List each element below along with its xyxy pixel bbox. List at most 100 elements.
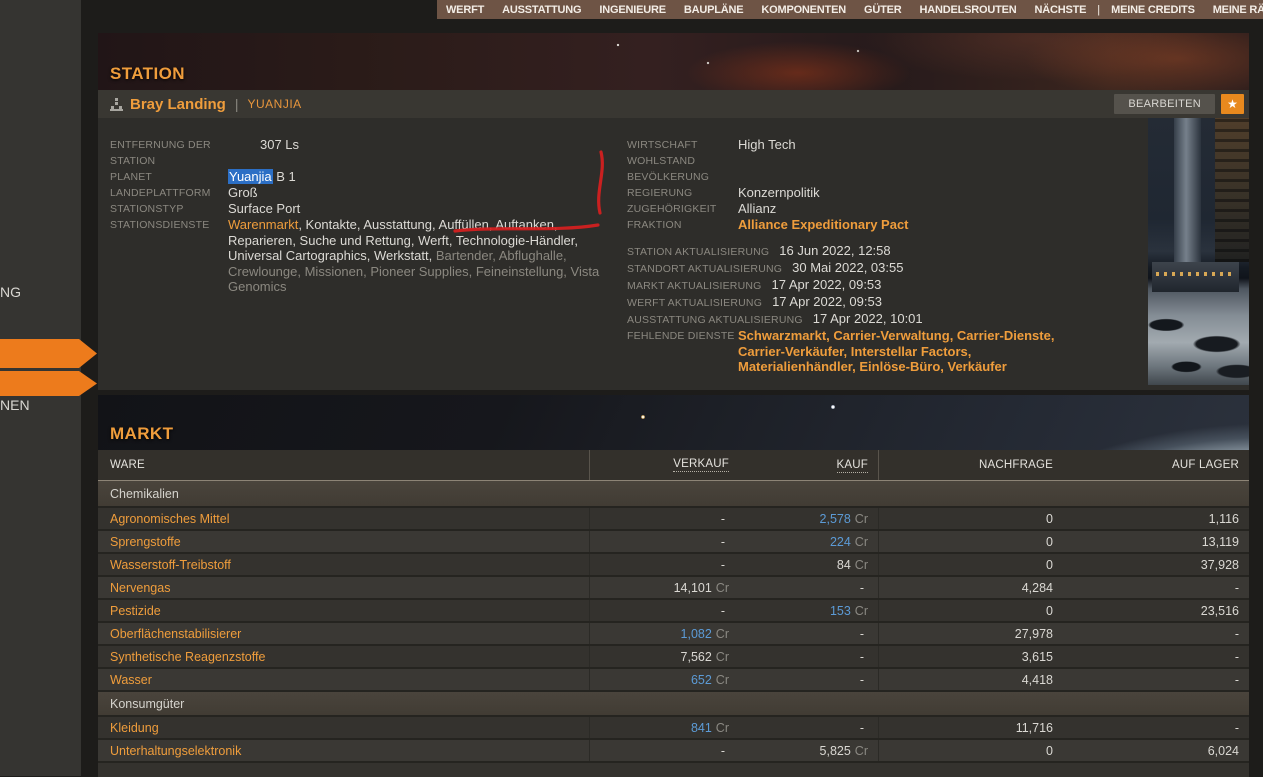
station-hero-image: STATION xyxy=(98,33,1249,90)
station-details-left: ENTFERNUNG DER STATION 307 Ls PLANET Yua… xyxy=(110,137,612,295)
commodity-link[interactable]: Sprengstoffe xyxy=(110,535,181,549)
commodity-link[interactable]: Oberflächenstabilisierer xyxy=(110,627,241,641)
nav-item-meine-raenge[interactable]: MEINE RÄNGE xyxy=(1204,4,1263,16)
station-subheader: Bray Landing | YUANJIA BEARBEITEN ★ xyxy=(98,90,1249,118)
commodity-link[interactable]: Unterhaltungselektronik xyxy=(110,744,241,758)
demand-value: 0 xyxy=(1046,744,1053,758)
buy-unit: Cr xyxy=(855,558,868,572)
government-value: Konzernpolitik xyxy=(738,185,1063,201)
shipyard-update-label: WERFT AKTUALISIERUNG xyxy=(627,295,762,311)
sell-value: 7,562 xyxy=(681,650,712,664)
photo-windows-decoration xyxy=(1156,272,1233,276)
sell-value: 841 xyxy=(691,721,712,735)
update-timestamps: STATION AKTUALISIERUNG 16 Jun 2022, 12:5… xyxy=(627,243,1063,328)
update-row: AUSSTATTUNG AKTUALISIERUNG 17 Apr 2022, … xyxy=(627,311,1063,328)
faction-link[interactable]: Alliance Expeditionary Pact xyxy=(738,217,1063,233)
buy-value: - xyxy=(860,650,864,664)
buy-value: 2,578 xyxy=(820,512,851,526)
sell-value: - xyxy=(721,744,725,758)
demand-value: 11,716 xyxy=(1016,721,1053,735)
market-table: WARE VERKAUF KAUF NACHFRAGE AUF LAGER Ch… xyxy=(98,450,1249,777)
landing-pad-value: Groß xyxy=(228,185,612,201)
nav-item-meine-credits[interactable]: MEINE CREDITS xyxy=(1102,4,1204,16)
nav-separator: | xyxy=(1095,4,1102,16)
commodity-link[interactable]: Nervengas xyxy=(110,581,170,595)
sort-verkauf[interactable]: VERKAUF xyxy=(673,458,729,472)
nav-item-ingenieure[interactable]: INGENIEURE xyxy=(590,4,674,16)
services-label: STATIONSDIENSTE xyxy=(110,217,228,295)
sell-value: 14,101 xyxy=(674,581,712,595)
sell-unit: Cr xyxy=(716,627,729,641)
buy-unit: Cr xyxy=(855,604,868,618)
sell-unit: Cr xyxy=(716,673,729,687)
table-row: Oberflächenstabilisierer 1,082Cr - 27,97… xyxy=(98,621,1249,644)
service-warenmarkt-link[interactable]: Warenmarkt xyxy=(228,217,298,232)
missing-services: FEHLENDE DIENSTE Schwarzmarkt, Carrier-V… xyxy=(627,328,1063,375)
missing-services-label: FEHLENDE DIENSTE xyxy=(627,328,738,375)
photo-rocks-decoration xyxy=(1148,294,1249,385)
nav-item-handelsrouten[interactable]: HANDELSROUTEN xyxy=(910,4,1025,16)
edit-button[interactable]: BEARBEITEN xyxy=(1114,94,1215,114)
header-verkauf[interactable]: VERKAUF xyxy=(589,450,739,480)
commodity-link[interactable]: Wasser xyxy=(110,673,152,687)
commodity-link[interactable]: Synthetische Reagenzstoffe xyxy=(110,650,265,664)
category-row-chemikalien: Chemikalien xyxy=(98,481,1249,506)
demand-value: 0 xyxy=(1046,535,1053,549)
wealth-label: WOHLSTAND xyxy=(627,153,738,169)
selected-text: Yuanjia xyxy=(228,169,273,184)
nav-item-naechste[interactable]: NÄCHSTE xyxy=(1026,4,1096,16)
planet-rest: B 1 xyxy=(273,169,296,184)
stock-value: - xyxy=(1235,627,1239,641)
nav-item-gueter[interactable]: GÜTER xyxy=(855,4,911,16)
stock-value: 37,928 xyxy=(1201,558,1239,572)
market-section-title: MARKT xyxy=(110,424,173,444)
station-name[interactable]: Bray Landing xyxy=(130,96,226,113)
stock-value: 6,024 xyxy=(1208,744,1239,758)
buy-value: 224 xyxy=(830,535,851,549)
station-update-value: 16 Jun 2022, 12:58 xyxy=(779,243,890,259)
missing-services-links[interactable]: Schwarzmarkt, Carrier-Verwaltung, Carrie… xyxy=(738,328,1063,375)
nav-item-komponenten[interactable]: KOMPONENTEN xyxy=(752,4,855,16)
table-row: Sprengstoffe - 224Cr 0 13,119 xyxy=(98,529,1249,552)
surface-port-icon xyxy=(110,98,123,111)
favorite-star-button[interactable]: ★ xyxy=(1221,94,1244,114)
buy-value: - xyxy=(860,581,864,595)
header-kauf[interactable]: KAUF xyxy=(739,459,878,471)
wealth-value xyxy=(738,153,1063,169)
table-row: Unterhaltungselektronik - 5,825Cr 0 6,02… xyxy=(98,738,1249,761)
nav-item-bauplaene[interactable]: BAUPLÄNE xyxy=(675,4,753,16)
header-nachfrage: NACHFRAGE xyxy=(878,450,1063,480)
gutter-text-fragment-top: NG xyxy=(0,284,21,300)
category-row-konsumgueter: Konsumgüter xyxy=(98,690,1249,715)
update-row: WERFT AKTUALISIERUNG 17 Apr 2022, 09:53 xyxy=(627,294,1063,311)
commodity-link[interactable]: Pestizide xyxy=(110,604,161,618)
commodity-link[interactable]: Agronomisches Mittel xyxy=(110,512,230,526)
economy-value: High Tech xyxy=(738,137,1063,153)
landing-pad-label: LANDEPLATTFORM xyxy=(110,185,228,201)
commodity-link[interactable]: Wasserstoff-Treibstoff xyxy=(110,558,231,572)
economy-label: WIRTSCHAFT xyxy=(627,137,738,153)
nav-item-ausstattung[interactable]: AUSSTATTUNG xyxy=(493,4,590,16)
stock-value: 1,116 xyxy=(1209,512,1239,526)
market-hero-image: MARKT xyxy=(98,395,1249,450)
stock-value: 23,516 xyxy=(1201,604,1239,618)
sell-value: - xyxy=(721,604,725,618)
photo-tower-decoration xyxy=(1174,118,1201,270)
demand-value: 0 xyxy=(1046,512,1053,526)
planet-value: Yuanjia B 1 xyxy=(228,169,612,185)
update-row: MARKT AKTUALISIERUNG 17 Apr 2022, 09:53 xyxy=(627,277,1063,294)
system-name-link[interactable]: YUANJIA xyxy=(248,97,302,111)
name-system-divider: | xyxy=(235,96,239,112)
commodity-link[interactable]: Kleidung xyxy=(110,721,159,735)
sort-kauf[interactable]: KAUF xyxy=(837,459,868,473)
buy-value: - xyxy=(860,627,864,641)
sell-value: 652 xyxy=(691,673,712,687)
gutter-text-fragment-bottom: NEN xyxy=(0,397,30,413)
orange-arrow-banner xyxy=(0,339,97,368)
buy-value: 153 xyxy=(830,604,851,618)
stock-value: - xyxy=(1235,673,1239,687)
nav-item-werft[interactable]: WERFT xyxy=(437,4,493,16)
location-update-label: STANDORT AKTUALISIERUNG xyxy=(627,261,782,277)
station-section-title: STATION xyxy=(110,64,185,84)
outfitting-update-label: AUSSTATTUNG AKTUALISIERUNG xyxy=(627,312,803,328)
